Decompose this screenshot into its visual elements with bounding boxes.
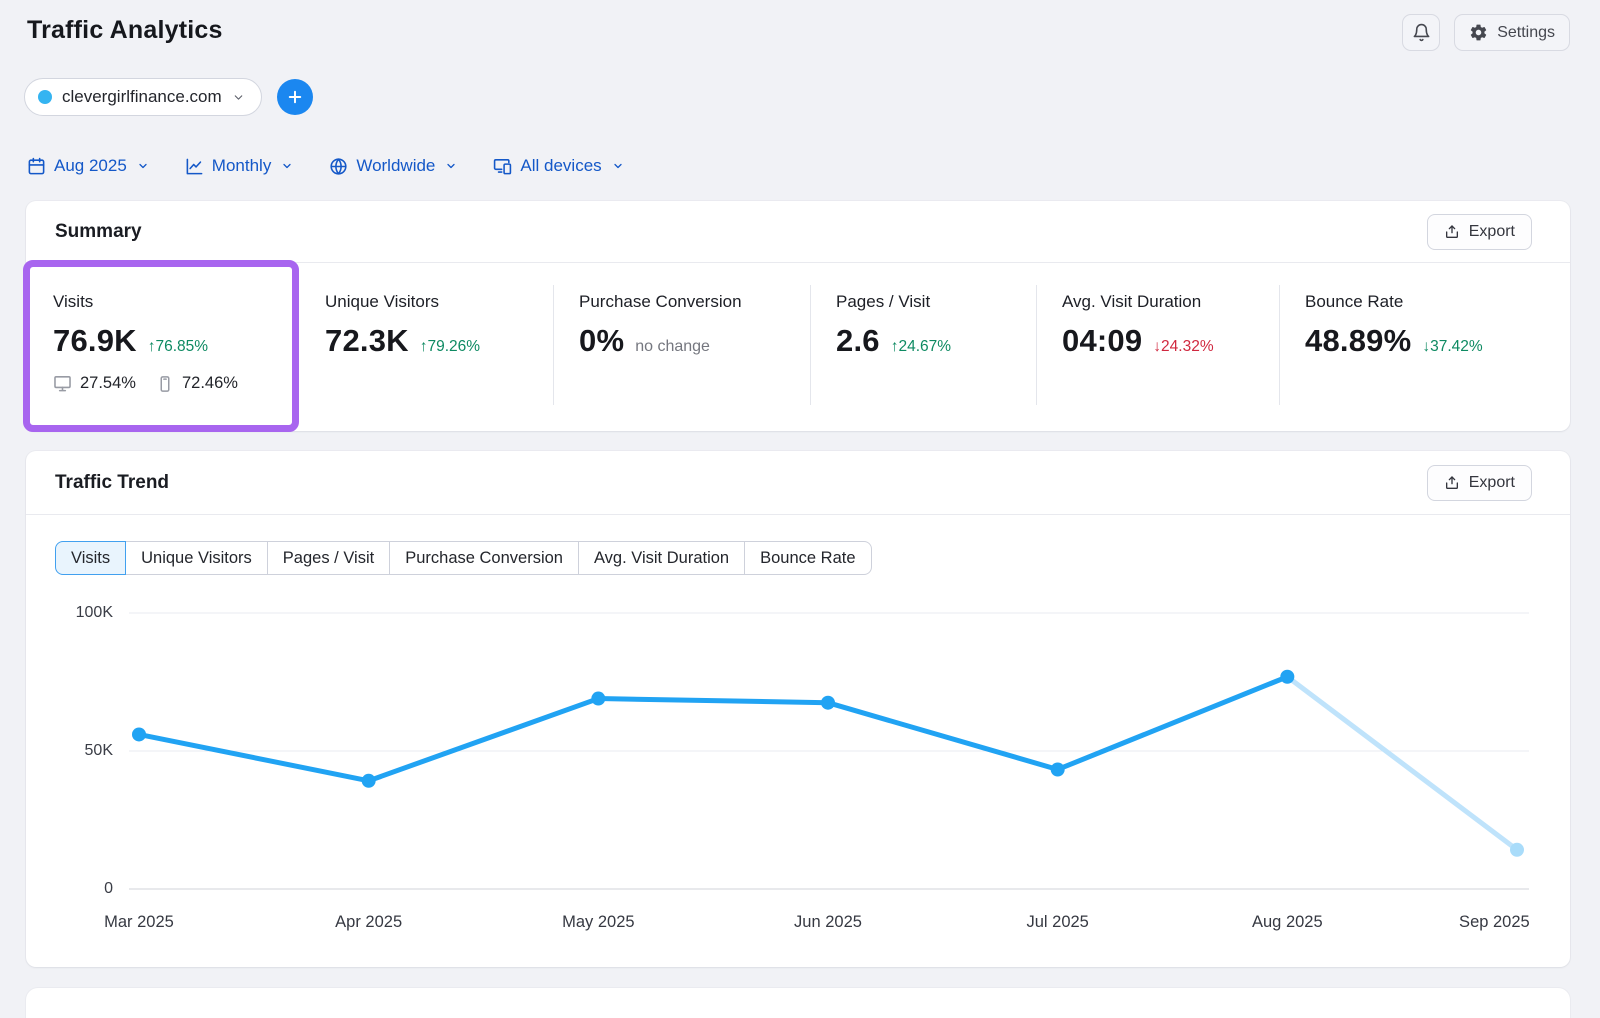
region-filter-label: Worldwide — [356, 156, 435, 176]
calendar-icon — [27, 157, 46, 176]
metric-label: Purchase Conversion — [579, 292, 810, 312]
topbar: Traffic Analytics Settings — [0, 0, 1600, 51]
y-axis-label: 100K — [76, 604, 113, 622]
tab-bounce-rate[interactable]: Bounce Rate — [744, 541, 871, 575]
summary-card: Summary Export Visits 76.9K ↑76.85% 27.5… — [26, 201, 1570, 431]
metric-purchase-conversion: Purchase Conversion 0% no change — [553, 292, 810, 431]
traffic-trend-header: Traffic Trend Export — [26, 451, 1570, 515]
metric-value: 72.3K — [325, 323, 409, 359]
metric-value: 0% — [579, 323, 624, 359]
metric-label: Bounce Rate — [1305, 292, 1570, 312]
date-filter-label: Aug 2025 — [54, 156, 127, 176]
chevron-down-icon — [445, 160, 457, 172]
tab-pages-per-visit[interactable]: Pages / Visit — [267, 541, 390, 575]
chevron-down-icon — [232, 91, 245, 104]
x-axis-label: Apr 2025 — [335, 913, 402, 932]
devices-filter[interactable]: All devices — [493, 156, 623, 176]
trend-plot: Mar 2025Apr 2025May 2025Jun 2025Jul 2025… — [129, 601, 1529, 935]
mobile-share: 72.46% — [156, 374, 238, 393]
domain-selector[interactable]: clevergirlfinance.com — [24, 78, 262, 116]
domain-row: clevergirlfinance.com — [24, 78, 1600, 116]
summary-metrics: Visits 76.9K ↑76.85% 27.54% 72.46% — [26, 263, 1570, 431]
export-icon — [1444, 224, 1460, 240]
x-axis-label: Jul 2025 — [1026, 913, 1088, 932]
region-filter[interactable]: Worldwide — [329, 156, 457, 176]
devices-filter-label: All devices — [520, 156, 601, 176]
x-axis: Mar 2025Apr 2025May 2025Jun 2025Jul 2025… — [129, 901, 1529, 935]
metric-change: no change — [635, 338, 710, 356]
chevron-down-icon — [281, 160, 293, 172]
metric-change: ↑76.85% — [148, 338, 208, 356]
metric-value: 48.89% — [1305, 323, 1411, 359]
tab-avg-visit-duration[interactable]: Avg. Visit Duration — [578, 541, 745, 575]
desktop-share: 27.54% — [53, 374, 136, 393]
line-chart-icon — [185, 157, 204, 176]
globe-icon — [329, 157, 348, 176]
x-axis-label: Jun 2025 — [794, 913, 862, 932]
tab-purchase-conversion[interactable]: Purchase Conversion — [389, 541, 579, 575]
domain-name: clevergirlfinance.com — [62, 87, 222, 107]
metric-label: Unique Visitors — [325, 292, 553, 312]
desktop-share-value: 27.54% — [80, 374, 136, 393]
tab-unique-visitors[interactable]: Unique Visitors — [125, 541, 268, 575]
settings-button[interactable]: Settings — [1454, 14, 1570, 51]
gear-icon — [1469, 23, 1488, 42]
trend-export-button[interactable]: Export — [1427, 465, 1532, 501]
chevron-down-icon — [612, 160, 624, 172]
granularity-filter[interactable]: Monthly — [185, 156, 294, 176]
metric-change: ↑79.26% — [420, 338, 480, 356]
trend-metric-tabs: Visits Unique Visitors Pages / Visit Pur… — [55, 541, 1570, 575]
desktop-icon — [53, 374, 72, 393]
traffic-trend-title: Traffic Trend — [55, 472, 169, 494]
metric-value: 2.6 — [836, 323, 880, 359]
metric-value: 04:09 — [1062, 323, 1142, 359]
x-axis-label: Sep 2025 — [1459, 913, 1530, 932]
metric-pages-per-visit: Pages / Visit 2.6 ↑24.67% — [810, 292, 1036, 431]
trend-export-label: Export — [1469, 474, 1515, 492]
summary-export-button[interactable]: Export — [1427, 214, 1532, 250]
metric-label: Avg. Visit Duration — [1062, 292, 1279, 312]
x-axis-label: Mar 2025 — [104, 913, 174, 932]
bell-icon — [1412, 23, 1431, 42]
next-card-preview — [26, 988, 1570, 1018]
summary-title: Summary — [55, 221, 142, 243]
tab-visits[interactable]: Visits — [55, 541, 126, 575]
add-domain-button[interactable] — [277, 79, 313, 115]
export-icon — [1444, 475, 1460, 491]
y-axis: 100K 50K 0 — [55, 601, 113, 901]
date-filter[interactable]: Aug 2025 — [27, 156, 149, 176]
devices-icon — [493, 157, 512, 176]
trend-chart-area: 100K 50K 0 Mar 2025 Apr 2025 May 2025 Jun 202… — [55, 601, 1532, 935]
mobile-share-value: 72.46% — [182, 374, 238, 393]
metric-label: Visits — [53, 292, 325, 312]
trend-chart[interactable] — [129, 601, 1529, 901]
plus-icon — [286, 88, 304, 106]
page-title: Traffic Analytics — [27, 14, 223, 45]
metric-change: ↓37.42% — [1422, 338, 1482, 356]
metric-change: ↑24.67% — [891, 338, 951, 356]
filter-row: Aug 2025 Monthly Worldwide All devices — [27, 156, 1600, 176]
metric-value: 76.9K — [53, 323, 137, 359]
traffic-trend-card: Traffic Trend Export Visits Unique Visit… — [26, 451, 1570, 967]
topbar-actions: Settings — [1402, 14, 1570, 51]
x-axis-label: May 2025 — [562, 913, 634, 932]
y-axis-label: 50K — [85, 742, 113, 760]
metric-bounce-rate: Bounce Rate 48.89% ↓37.42% — [1279, 292, 1570, 431]
device-split-row: 27.54% 72.46% — [53, 374, 325, 393]
x-axis-label: Aug 2025 — [1252, 913, 1323, 932]
domain-color-dot — [38, 90, 52, 104]
mobile-icon — [156, 375, 174, 393]
summary-header: Summary Export — [26, 201, 1570, 263]
metric-avg-visit-duration: Avg. Visit Duration 04:09 ↓24.32% — [1036, 292, 1279, 431]
metric-label: Pages / Visit — [836, 292, 1036, 312]
granularity-filter-label: Monthly — [212, 156, 272, 176]
metric-change: ↓24.32% — [1153, 338, 1213, 356]
notifications-button[interactable] — [1402, 14, 1440, 51]
chevron-down-icon — [137, 160, 149, 172]
metric-visits: Visits 76.9K ↑76.85% 27.54% 72.46% — [26, 292, 325, 431]
settings-label: Settings — [1497, 24, 1555, 42]
metric-unique-visitors: Unique Visitors 72.3K ↑79.26% — [325, 292, 553, 431]
y-axis-label: 0 — [104, 880, 113, 898]
summary-export-label: Export — [1469, 223, 1515, 241]
